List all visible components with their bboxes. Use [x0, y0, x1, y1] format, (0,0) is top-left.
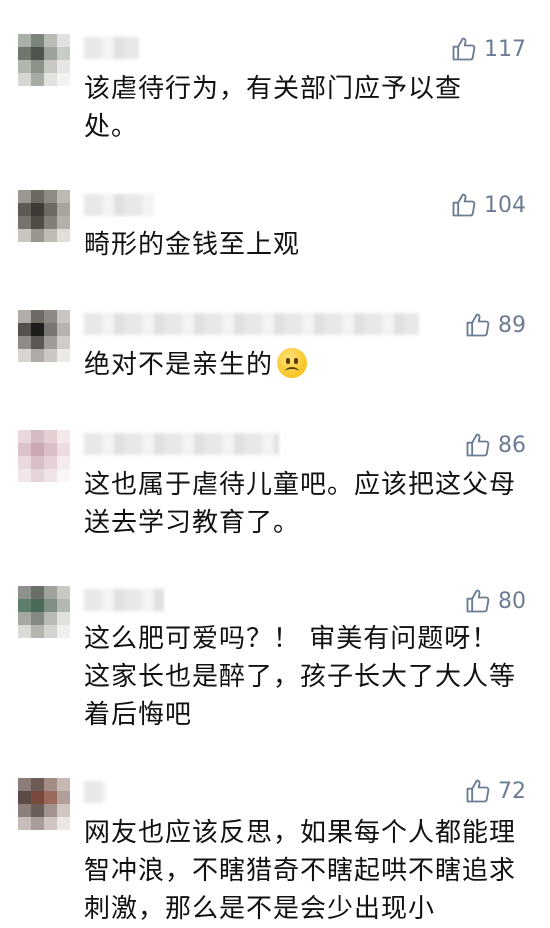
comment-text: 该虐待行为，有关部门应予以查处。 [84, 74, 463, 142]
thumbs-up-icon [466, 433, 490, 457]
like-count: 86 [498, 432, 526, 458]
comment-text: 这么肥可爱吗？！ 审美有问题呀！这家长也是醉了，孩子长大了大人等着后悔吧 [84, 624, 517, 730]
like-button[interactable]: 117 [450, 34, 526, 64]
like-button[interactable]: 104 [450, 190, 526, 220]
like-button[interactable]: 89 [464, 310, 526, 340]
comment-text-body: 绝对不是亲生的 [84, 350, 274, 380]
comment-text: 网友也应该反思，如果每个人都能理智冲浪，不瞎猎奇不瞎起哄不瞎追求刺激，那么是不是… [84, 818, 517, 924]
like-count: 117 [484, 36, 526, 62]
like-button[interactable]: 72 [464, 776, 526, 806]
avatar[interactable] [18, 586, 70, 638]
comment-text: 畸形的金钱至上观 [84, 230, 301, 260]
username-blurred [84, 194, 154, 216]
like-count: 72 [498, 778, 526, 804]
username-blurred [84, 433, 279, 455]
avatar[interactable] [18, 778, 70, 830]
avatar[interactable] [18, 34, 70, 86]
avatar[interactable] [18, 430, 70, 482]
comment-text: 这也属于虐待儿童吧。应该把这父母送去学习教育了。 [84, 470, 517, 538]
username-blurred [84, 589, 164, 611]
like-button[interactable]: 86 [464, 430, 526, 460]
thumbs-up-icon [466, 779, 490, 803]
frowning-face-icon [277, 348, 308, 378]
like-button[interactable]: 80 [464, 586, 526, 616]
username-blurred [84, 313, 419, 335]
username-blurred [84, 37, 139, 59]
like-count: 80 [498, 588, 526, 614]
like-count: 104 [484, 192, 526, 218]
thumbs-up-icon [452, 193, 476, 217]
avatar[interactable] [18, 310, 70, 362]
thumbs-up-icon [466, 589, 490, 613]
avatar[interactable] [18, 190, 70, 242]
comment-text: 绝对不是亲生的 [84, 346, 524, 384]
thumbs-up-icon [466, 313, 490, 337]
like-count: 89 [498, 312, 526, 338]
username-blurred [84, 781, 106, 803]
thumbs-up-icon [452, 37, 476, 61]
